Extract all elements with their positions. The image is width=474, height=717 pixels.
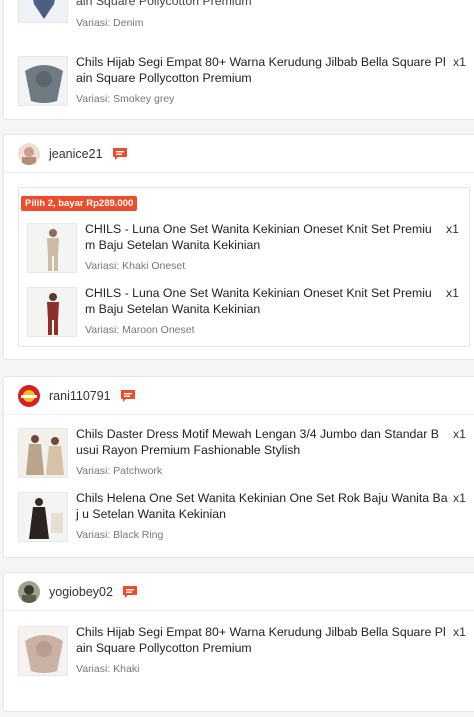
product-thumbnail[interactable]: [27, 287, 77, 337]
product-thumbnail[interactable]: [18, 492, 68, 542]
product-name[interactable]: Chils Daster Dress Motif Mewah Lengan 3/…: [76, 427, 448, 458]
order-card: ain Square Pollycotton Premium Variasi: …: [3, 0, 474, 120]
chat-bubble-icon[interactable]: [122, 585, 138, 599]
product-quantity: x1: [453, 491, 466, 505]
product-thumbnail[interactable]: [27, 223, 77, 273]
bundle-deal-box: Pilih 2, bayar Rp289.000 CHILS - Luna On…: [18, 187, 470, 347]
product-thumbnail[interactable]: [18, 428, 68, 478]
product-thumbnail[interactable]: [18, 626, 68, 676]
order-card: rani110791 Chils Daster Dress Motif Mewa…: [3, 376, 474, 558]
buyer-username[interactable]: jeanice21: [49, 147, 103, 161]
product-variant: Variasi: Denim: [76, 17, 144, 29]
product-variant: Variasi: Khaki Oneset: [85, 260, 186, 272]
product-quantity: x1: [453, 625, 466, 639]
product-variant: Variasi: Smokey grey: [76, 93, 175, 105]
product-thumbnail[interactable]: [18, 56, 68, 106]
order-item[interactable]: Chils Hijab Segi Empat 80+ Warna Kerudun…: [4, 49, 474, 113]
buyer-row: jeanice21: [4, 135, 474, 173]
order-item[interactable]: CHILS - Luna One Set Wanita Kekinian One…: [19, 216, 469, 280]
chat-bubble-icon[interactable]: [112, 147, 128, 161]
product-quantity: x1: [446, 286, 459, 300]
order-item[interactable]: Chils Daster Dress Motif Mewah Lengan 3/…: [4, 421, 474, 485]
product-quantity: x1: [453, 427, 466, 441]
order-item[interactable]: ain Square Pollycotton Premium Variasi: …: [4, 0, 474, 53]
order-item[interactable]: Chils Hijab Segi Empat 80+ Warna Kerudun…: [4, 619, 474, 683]
buyer-username[interactable]: rani110791: [49, 389, 111, 403]
buyer-row: rani110791: [4, 377, 474, 415]
product-variant: Variasi: Khaki: [76, 663, 140, 675]
avatar[interactable]: [18, 384, 40, 407]
product-variant: Variasi: Maroon Oneset: [85, 324, 195, 336]
bundle-deal-badge: Pilih 2, bayar Rp289.000: [21, 196, 138, 211]
buyer-username[interactable]: yogiobey02: [49, 585, 113, 599]
product-name[interactable]: Chils Hijab Segi Empat 80+ Warna Kerudun…: [76, 625, 448, 656]
product-name[interactable]: ain Square Pollycotton Premium: [76, 0, 448, 10]
product-name[interactable]: Chils Hijab Segi Empat 80+ Warna Kerudun…: [76, 55, 448, 86]
order-card: yogiobey02 Chils Hijab Segi Empat 80+ Wa…: [3, 572, 474, 712]
chat-bubble-icon[interactable]: [120, 389, 136, 403]
order-item[interactable]: Chils Helena One Set Wanita Kekinian One…: [4, 485, 474, 549]
product-name[interactable]: Chils Helena One Set Wanita Kekinian One…: [76, 491, 448, 522]
order-card: jeanice21 Pilih 2, bayar Rp289.000 CHILS…: [3, 134, 474, 360]
avatar[interactable]: [18, 580, 40, 603]
product-name[interactable]: CHILS - Luna One Set Wanita Kekinian One…: [85, 222, 435, 253]
buyer-row: yogiobey02: [4, 573, 474, 611]
product-variant: Variasi: Patchwork: [76, 465, 163, 477]
order-item[interactable]: CHILS - Luna One Set Wanita Kekinian One…: [19, 280, 469, 344]
product-thumbnail[interactable]: [18, 0, 68, 23]
avatar[interactable]: [18, 142, 40, 165]
product-name[interactable]: CHILS - Luna One Set Wanita Kekinian One…: [85, 286, 435, 317]
product-quantity: x1: [446, 222, 459, 236]
product-variant: Variasi: Black Ring: [76, 529, 164, 541]
product-quantity: x1: [453, 55, 466, 69]
